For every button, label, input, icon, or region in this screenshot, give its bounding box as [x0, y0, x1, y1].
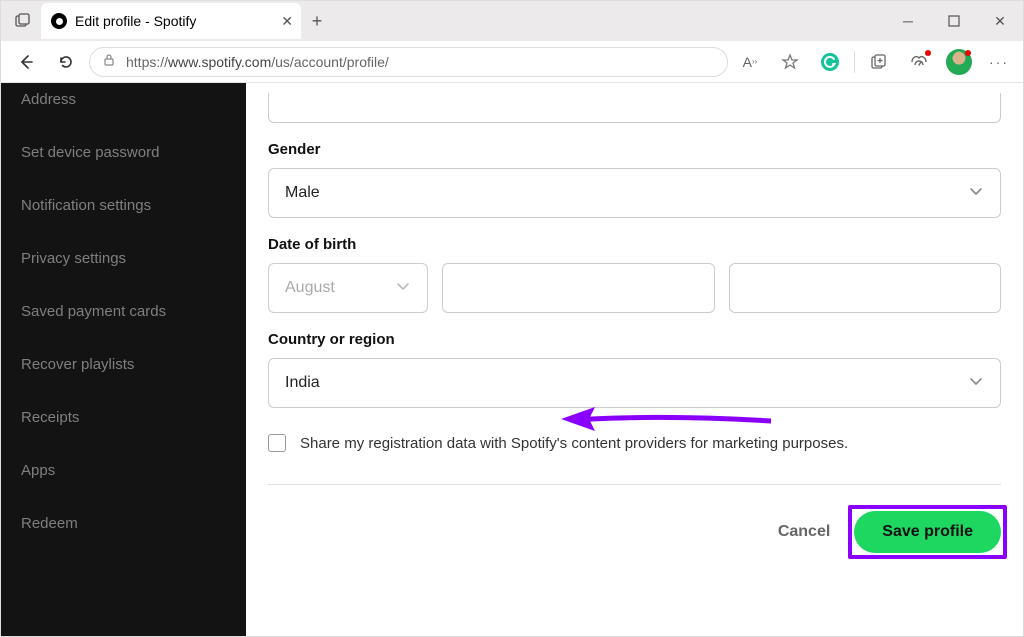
sidebar-item-label: Notification settings: [21, 197, 151, 214]
tab-strip: Edit profile - Spotify ✕ + ─ ✕: [1, 1, 1023, 41]
collections-button[interactable]: [863, 46, 895, 78]
sidebar-item-set-device-password[interactable]: Set device password: [1, 126, 246, 179]
sidebar-item-label: Saved payment cards: [21, 303, 166, 320]
chevron-down-icon: [968, 183, 984, 204]
divider: [268, 484, 1001, 485]
maximize-button[interactable]: [931, 1, 977, 41]
sidebar-item-label: Recover playlists: [21, 356, 134, 373]
url-field[interactable]: https://www.spotify.com/us/account/profi…: [89, 47, 728, 77]
dob-month-select[interactable]: August: [268, 263, 428, 313]
close-tab-button[interactable]: ✕: [281, 13, 293, 30]
dob-day-input[interactable]: [442, 263, 715, 313]
tab-manager-button[interactable]: [7, 5, 39, 37]
save-profile-button[interactable]: Save profile: [854, 511, 1001, 553]
country-label: Country or region: [268, 331, 1001, 348]
dob-year-input[interactable]: [729, 263, 1002, 313]
profile-avatar[interactable]: [943, 46, 975, 78]
sidebar-item-label: Address: [21, 91, 76, 108]
sidebar-item-label: Receipts: [21, 409, 79, 426]
sidebar-item-redeem[interactable]: Redeem: [1, 497, 246, 550]
sidebar-item-notification-settings[interactable]: Notification settings: [1, 179, 246, 232]
chevron-down-icon: [968, 373, 984, 394]
sidebar-item-apps[interactable]: Apps: [1, 444, 246, 497]
close-window-button[interactable]: ✕: [977, 1, 1023, 41]
tab-title: Edit profile - Spotify: [75, 13, 196, 29]
browser-tab[interactable]: Edit profile - Spotify ✕: [41, 3, 301, 39]
sidebar-item-label: Privacy settings: [21, 250, 126, 267]
new-tab-button[interactable]: +: [301, 5, 333, 37]
read-aloud-button[interactable]: A››: [734, 46, 766, 78]
spotify-favicon: [51, 13, 67, 29]
sidebar-item-address[interactable]: Address: [1, 87, 246, 126]
share-data-checkbox[interactable]: [268, 434, 286, 452]
country-select[interactable]: India: [268, 358, 1001, 408]
share-data-label: Share my registration data with Spotify'…: [300, 435, 848, 452]
sidebar-item-saved-payment-cards[interactable]: Saved payment cards: [1, 285, 246, 338]
more-menu-button[interactable]: ···: [983, 46, 1015, 78]
sidebar-item-label: Apps: [21, 462, 55, 479]
performance-button[interactable]: [903, 46, 935, 78]
sidebar-item-recover-playlists[interactable]: Recover playlists: [1, 338, 246, 391]
favorite-button[interactable]: [774, 46, 806, 78]
grammarly-icon[interactable]: [814, 46, 846, 78]
refresh-button[interactable]: [49, 45, 83, 79]
gender-select[interactable]: Male: [268, 168, 1001, 218]
annotation-arrow: [561, 407, 771, 431]
dob-month-value: August: [285, 279, 335, 297]
lock-icon: [102, 53, 116, 70]
sidebar-item-privacy-settings[interactable]: Privacy settings: [1, 232, 246, 285]
address-bar: https://www.spotify.com/us/account/profi…: [1, 41, 1023, 83]
dob-label: Date of birth: [268, 236, 1001, 253]
sidebar-item-receipts[interactable]: Receipts: [1, 391, 246, 444]
country-value: India: [285, 374, 320, 392]
account-sidebar: Address Set device password Notification…: [1, 83, 246, 636]
chevron-down-icon: [395, 278, 411, 299]
minimize-button[interactable]: ─: [885, 1, 931, 41]
sidebar-item-label: Set device password: [21, 144, 159, 161]
back-button[interactable]: [9, 45, 43, 79]
sidebar-item-label: Redeem: [21, 515, 78, 532]
gender-label: Gender: [268, 141, 1001, 158]
prev-field-partial[interactable]: [268, 93, 1001, 123]
cancel-button[interactable]: Cancel: [768, 515, 840, 549]
gender-value: Male: [285, 184, 320, 202]
url-text: https://www.spotify.com/us/account/profi…: [126, 54, 389, 70]
profile-form: Gender Male Date of birth August Country…: [246, 83, 1023, 636]
annotation-highlight-save: Save profile: [854, 511, 1001, 553]
